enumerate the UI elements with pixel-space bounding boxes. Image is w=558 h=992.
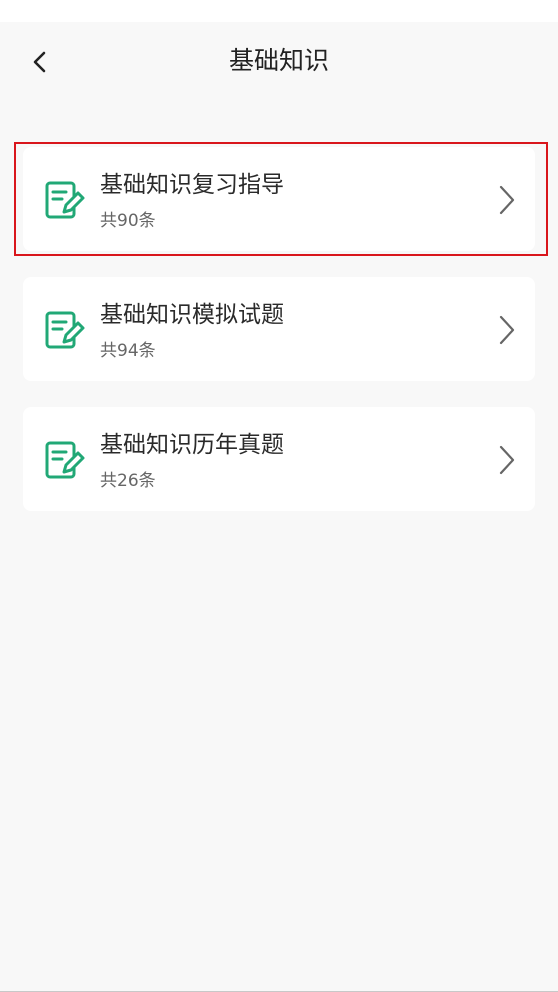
item-title: 基础知识模拟试题	[100, 302, 284, 328]
list-item-past-exams[interactable]: 基础知识历年真题 共26条	[23, 407, 535, 511]
chevron-right-icon	[499, 315, 515, 345]
note-pencil-icon	[45, 311, 85, 349]
item-count: 共90条	[100, 211, 156, 231]
note-pencil-icon	[45, 181, 85, 219]
chevron-right-icon	[499, 185, 515, 215]
page-title: 基础知识	[228, 46, 329, 75]
item-count: 共94条	[100, 341, 156, 361]
list-item-review-guide[interactable]: 基础知识复习指导 共90条	[14, 142, 548, 256]
item-title: 基础知识复习指导	[100, 172, 284, 198]
item-title: 基础知识历年真题	[100, 432, 284, 458]
item-count: 共26条	[100, 471, 156, 491]
status-bar	[0, 0, 558, 22]
category-list: 基础知识复习指导 共90条 基础知识模拟试题 共94条 基础知识历年真题 共26…	[14, 142, 548, 537]
list-item-mock-questions[interactable]: 基础知识模拟试题 共94条	[23, 277, 535, 381]
chevron-right-icon	[499, 445, 515, 475]
note-pencil-icon	[45, 441, 85, 479]
top-nav-bar: 基础知识	[0, 22, 558, 102]
